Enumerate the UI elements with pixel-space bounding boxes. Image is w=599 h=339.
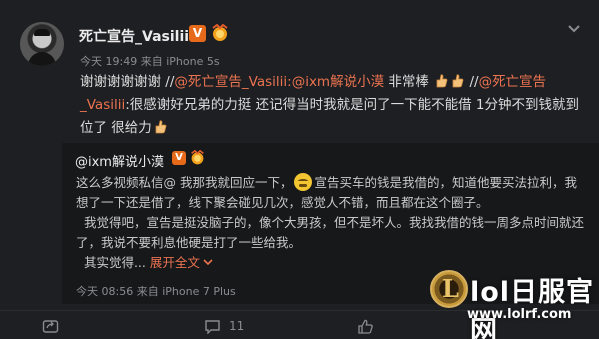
quote-text: 这么多视频私信@ 我那我就回应一下， 宣告买车的钱是我借的，知道他要买法拉利，我想…	[76, 173, 588, 273]
post-text-lead: 谢谢谢谢谢谢 //	[80, 74, 175, 90]
quote-device[interactable]: iPhone 7 Plus	[162, 285, 236, 298]
medal-icon	[212, 24, 228, 41]
repost-button[interactable]	[42, 317, 59, 335]
post-text-sep: //	[465, 74, 479, 90]
chevron-down-icon[interactable]	[567, 24, 581, 34]
quote-paragraph: 我觉得吧，宣告是挺没脑子的，像个大男孩，但不是坏人。我找我借的钱一周多点时间就还…	[76, 213, 588, 253]
watermark-url: www.lolrf.com	[467, 307, 572, 322]
like-icon	[358, 319, 373, 334]
thumbs-up-icon	[436, 74, 448, 88]
quote-text-part: 这么多视频私信@ 我那我就回应一下，	[76, 175, 293, 190]
site-logo: L	[430, 270, 468, 308]
like-button[interactable]	[357, 317, 374, 335]
smiley-emoji-icon	[294, 173, 313, 191]
avatar-shirt	[28, 52, 56, 66]
post-username[interactable]: 死亡宣告_Vasilii	[79, 26, 189, 46]
quote-username[interactable]: @ixm解说小漠	[75, 151, 164, 170]
thumbs-up-icon	[155, 120, 167, 134]
user-avatar[interactable]	[20, 22, 64, 66]
repost-icon	[42, 319, 59, 333]
post-time: 今天 19:49	[80, 55, 138, 68]
watermark-site-name: lol日服官网	[470, 277, 595, 339]
logo-letter: L	[442, 274, 459, 303]
quote-meta: 今天 08:56 来自 iPhone 7 Plus	[76, 283, 236, 299]
medal-icon	[191, 150, 204, 165]
expand-full-text-link[interactable]: 展开全文	[150, 255, 200, 270]
chevron-down-icon[interactable]	[203, 258, 213, 266]
avatar-hair	[34, 29, 50, 36]
comment-icon	[205, 319, 220, 334]
post-meta: 今天 19:49 来自 iPhone 5s	[80, 53, 220, 69]
verified-badge-icon: V	[189, 25, 206, 42]
mention-link[interactable]: @死亡宣告_Vasilii:	[174, 74, 291, 90]
comment-count: 11	[229, 319, 245, 333]
thumbs-up-icon	[452, 74, 464, 88]
quote-text-part: 我觉得吧，宣告是挺没脑子的，像个大男孩，但不是坏人。我找我借的钱一周多点时间就还…	[76, 215, 584, 250]
comment-button[interactable]: 11	[204, 317, 244, 335]
quote-text-part: 其实觉得...	[83, 255, 146, 270]
post-body: 谢谢谢谢谢谢 //@死亡宣告_Vasilii:@ixm解说小漠 非常棒 //@死…	[80, 71, 580, 140]
post-source-prefix: 来自	[140, 55, 163, 68]
weibo-post: 死亡宣告_Vasilii V 今天 19:49 来自 iPhone 5s 谢谢谢…	[0, 0, 599, 339]
quote-paragraph: 这么多视频私信@ 我那我就回应一下， 宣告买车的钱是我借的，知道他要买法拉利，我想…	[76, 173, 588, 213]
quote-source-prefix: 来自	[136, 285, 159, 298]
post-text-praise: 非常棒	[384, 74, 429, 90]
post-device[interactable]: iPhone 5s	[166, 55, 219, 68]
mention-link[interactable]: @ixm解说小漠	[292, 74, 384, 90]
verified-badge-icon: V	[172, 151, 186, 165]
quote-time: 今天 08:56	[76, 285, 134, 298]
